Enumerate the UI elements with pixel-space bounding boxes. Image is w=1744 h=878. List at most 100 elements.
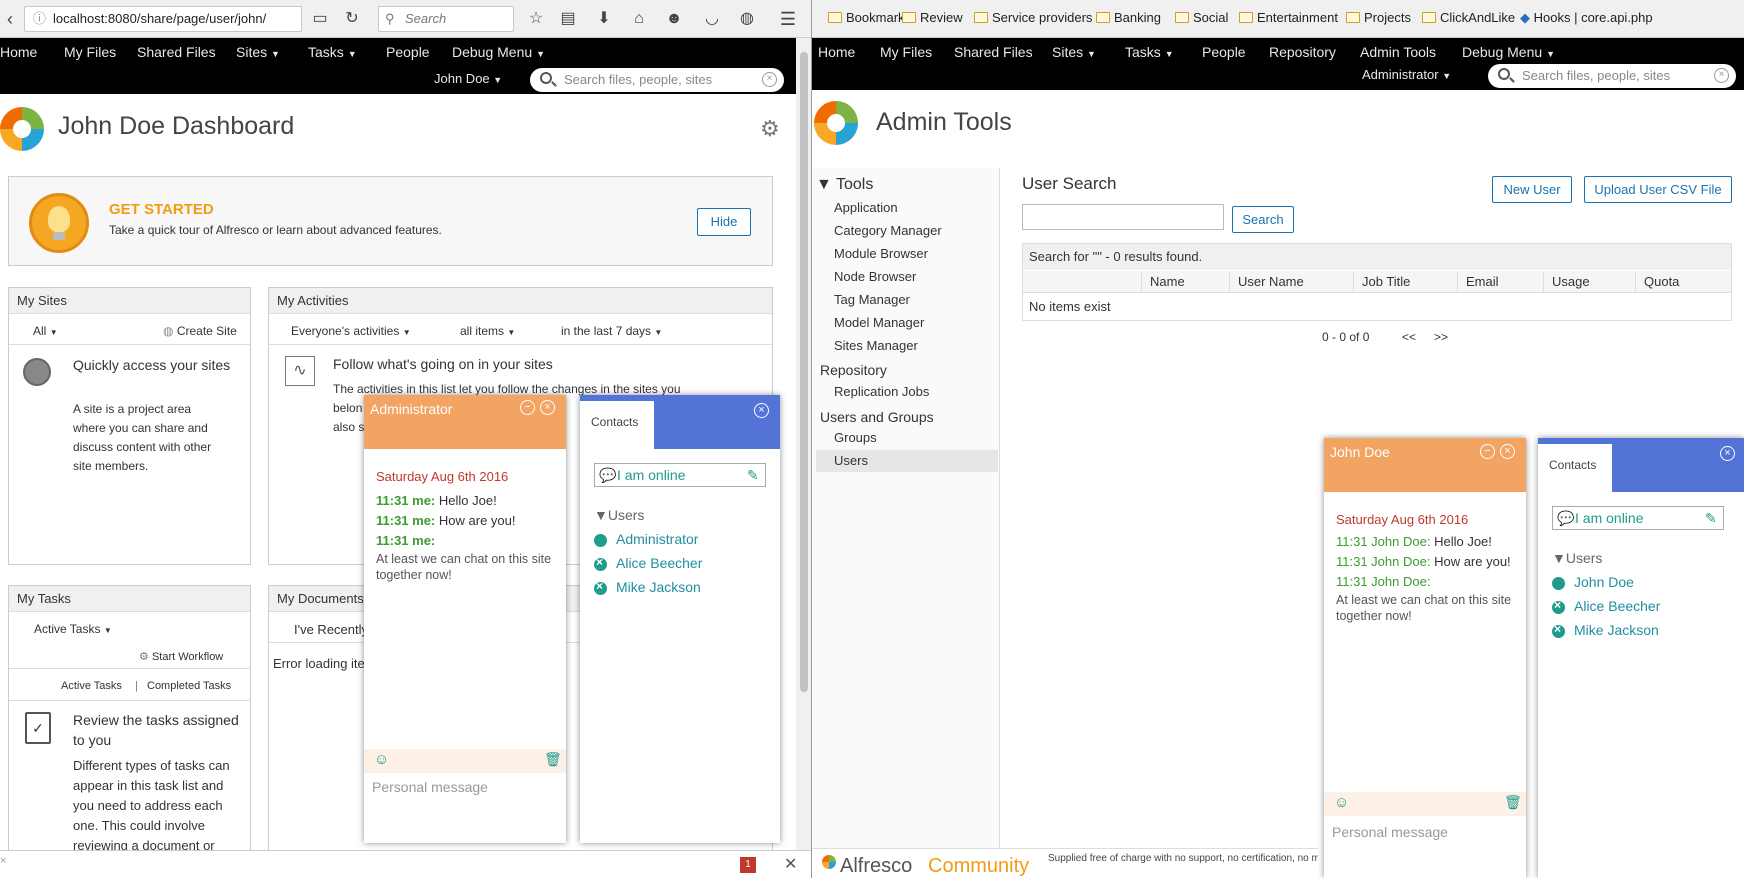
- nav-people[interactable]: People: [1202, 44, 1246, 60]
- global-search-input[interactable]: Search files, people, sites ×: [530, 68, 784, 92]
- close-icon[interactable]: ×: [540, 400, 555, 415]
- bookmark-item[interactable]: Review: [902, 10, 963, 25]
- contact-item[interactable]: Administrator: [594, 531, 698, 547]
- new-user-button[interactable]: New User: [1492, 176, 1572, 203]
- minimize-icon[interactable]: −: [520, 400, 535, 415]
- gear-icon[interactable]: ⚙: [760, 116, 780, 142]
- my-sites-filter[interactable]: All ▼: [33, 324, 58, 338]
- bookmark-item[interactable]: Banking: [1096, 10, 1161, 25]
- tool-sites-manager[interactable]: Sites Manager: [834, 338, 918, 353]
- reload-icon[interactable]: ↻: [342, 9, 362, 29]
- nav-people[interactable]: People: [386, 44, 430, 60]
- pocket-icon[interactable]: ◡: [702, 9, 722, 29]
- nav-debug-menu[interactable]: Debug Menu ▼: [1462, 44, 1555, 60]
- chat-message-input[interactable]: Personal message: [1332, 824, 1448, 840]
- paging-next[interactable]: >>: [1434, 330, 1448, 344]
- nav-shared-files[interactable]: Shared Files: [137, 44, 216, 60]
- contact-item[interactable]: Mike Jackson: [1552, 622, 1659, 638]
- close-icon[interactable]: ✕: [784, 854, 797, 874]
- tool-replication-jobs[interactable]: Replication Jobs: [834, 384, 929, 399]
- create-site-button[interactable]: ◍ Create Site: [163, 324, 237, 338]
- tool-node-browser[interactable]: Node Browser: [834, 269, 916, 284]
- tool-model-manager[interactable]: Model Manager: [834, 315, 924, 330]
- column-email[interactable]: Email: [1457, 271, 1543, 293]
- notification-badge[interactable]: 1: [740, 857, 756, 873]
- paging-prev[interactable]: <<: [1402, 330, 1416, 344]
- nav-tasks[interactable]: Tasks ▼: [1125, 44, 1174, 60]
- nav-sites[interactable]: Sites ▼: [1052, 44, 1096, 60]
- start-workflow-button[interactable]: ⚙ Start Workflow: [139, 650, 223, 663]
- tool-application[interactable]: Application: [834, 200, 898, 215]
- trash-icon[interactable]: 🗑: [1504, 794, 1522, 811]
- emoji-icon[interactable]: ☺: [374, 751, 389, 768]
- completed-tasks-link[interactable]: Completed Tasks: [147, 680, 231, 692]
- close-icon[interactable]: ×: [1720, 446, 1735, 461]
- column-usage[interactable]: Usage: [1543, 271, 1635, 293]
- contact-item[interactable]: Mike Jackson: [594, 579, 701, 595]
- back-icon[interactable]: ‹: [0, 9, 20, 29]
- home-icon[interactable]: ⌂: [629, 9, 649, 29]
- url-bar[interactable]: ⓘ localhost:8080/share/page/user/john/: [24, 6, 302, 32]
- tool-users-selected[interactable]: Users: [816, 450, 998, 472]
- nav-sites[interactable]: Sites ▼: [236, 44, 280, 60]
- nav-debug-menu[interactable]: Debug Menu ▼: [452, 44, 545, 60]
- download-icon[interactable]: ⬇: [594, 9, 614, 29]
- users-group-toggle[interactable]: ▼Users: [1552, 550, 1602, 566]
- users-group-toggle[interactable]: ▼Users: [594, 507, 644, 523]
- upload-csv-button[interactable]: Upload User CSV File: [1584, 176, 1732, 203]
- browser-search-box[interactable]: ⚲ Search: [378, 6, 514, 32]
- minimize-icon[interactable]: −: [1480, 444, 1495, 459]
- column-job-title[interactable]: Job Title: [1353, 271, 1457, 293]
- clear-icon[interactable]: ×: [1714, 68, 1729, 83]
- activities-filter-range[interactable]: in the last 7 days ▼: [561, 324, 662, 338]
- contact-item[interactable]: Alice Beecher: [1552, 598, 1660, 614]
- documents-filter[interactable]: I've Recently: [294, 622, 368, 637]
- bookmark-item[interactable]: Entertainment: [1239, 10, 1338, 25]
- bookmark-item[interactable]: Projects: [1346, 10, 1411, 25]
- emoji-icon[interactable]: ☻: [664, 9, 684, 29]
- bookmark-item[interactable]: Service providers: [974, 10, 1092, 25]
- user-search-input[interactable]: [1022, 204, 1224, 230]
- nav-my-files[interactable]: My Files: [64, 44, 116, 60]
- status-selector[interactable]: 💬 I am online ✎: [1552, 506, 1724, 530]
- tool-module-browser[interactable]: Module Browser: [834, 246, 928, 261]
- column-name[interactable]: Name: [1141, 271, 1229, 293]
- edit-icon[interactable]: ✎: [747, 464, 759, 486]
- tools-heading[interactable]: ▼ Tools: [816, 176, 873, 194]
- repository-heading[interactable]: Repository: [820, 362, 887, 378]
- activities-filter-user[interactable]: Everyone's activities ▼: [291, 324, 411, 338]
- bookmark-star-icon[interactable]: ☆: [526, 9, 546, 29]
- search-button[interactable]: Search: [1232, 206, 1294, 233]
- chat-message-input[interactable]: Personal message: [372, 779, 488, 795]
- reader-icon[interactable]: ▭: [310, 9, 330, 29]
- column-user-name[interactable]: User Name: [1229, 271, 1353, 293]
- scrollbar[interactable]: [796, 38, 811, 850]
- contact-item[interactable]: John Doe: [1552, 574, 1634, 590]
- user-menu[interactable]: John Doe ▼: [434, 71, 502, 86]
- clear-icon[interactable]: ×: [762, 72, 777, 87]
- nav-tasks[interactable]: Tasks ▼: [308, 44, 357, 60]
- bookmark-item[interactable]: Bookmarks: [828, 10, 911, 25]
- global-search-input[interactable]: Search files, people, sites ×: [1488, 64, 1736, 88]
- addon-icon[interactable]: ◍: [737, 9, 757, 29]
- library-icon[interactable]: ▤: [558, 9, 578, 29]
- user-menu[interactable]: Administrator ▼: [1362, 67, 1451, 82]
- emoji-icon[interactable]: ☺: [1334, 794, 1349, 811]
- nav-my-files[interactable]: My Files: [880, 44, 932, 60]
- nav-repository[interactable]: Repository: [1269, 44, 1336, 60]
- status-selector[interactable]: 💬 I am online ✎: [594, 463, 766, 487]
- close-icon[interactable]: ×: [1500, 444, 1515, 459]
- hide-button[interactable]: Hide: [697, 208, 751, 236]
- close-icon[interactable]: ×: [754, 403, 769, 418]
- contact-item[interactable]: Alice Beecher: [594, 555, 702, 571]
- bookmark-item[interactable]: ClickAndLike: [1422, 10, 1515, 25]
- nav-shared-files[interactable]: Shared Files: [954, 44, 1033, 60]
- bookmark-item[interactable]: ◆ Hooks | core.api.php: [1520, 10, 1653, 26]
- nav-admin-tools[interactable]: Admin Tools: [1360, 44, 1436, 60]
- trash-icon[interactable]: 🗑: [544, 751, 562, 768]
- menu-icon[interactable]: ☰: [778, 9, 798, 29]
- tool-tag-manager[interactable]: Tag Manager: [834, 292, 910, 307]
- tool-groups[interactable]: Groups: [834, 430, 877, 445]
- bookmark-item[interactable]: Social: [1175, 10, 1228, 25]
- tasks-filter[interactable]: Active Tasks ▼: [34, 622, 112, 636]
